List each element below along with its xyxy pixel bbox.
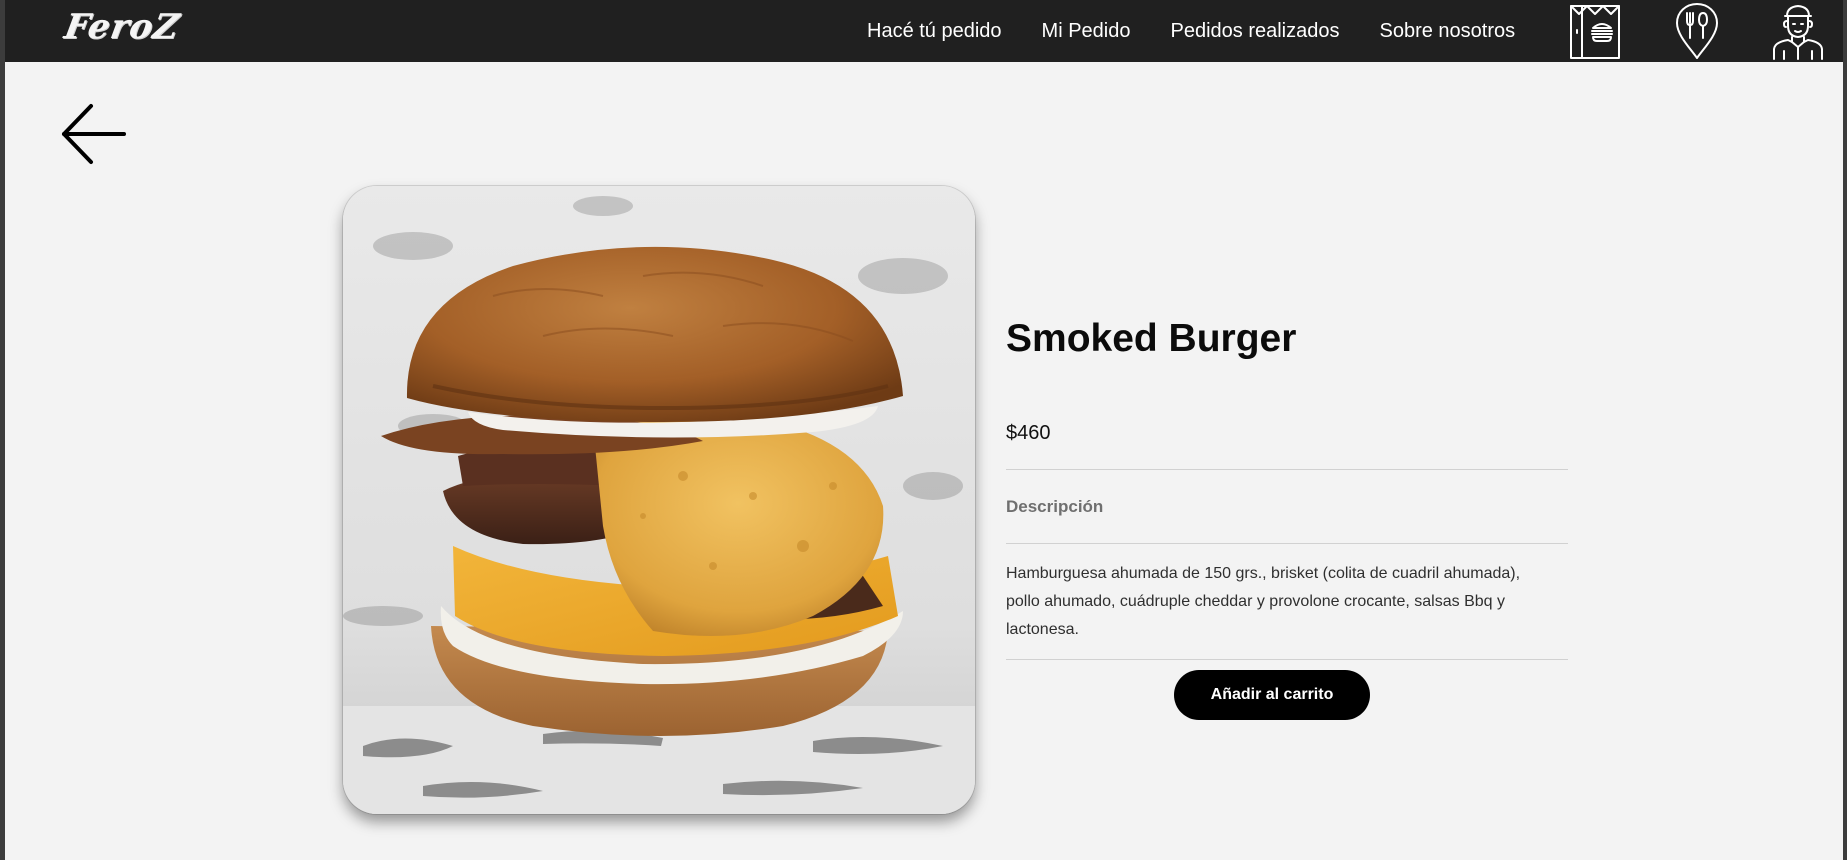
nav-link-about-us[interactable]: Sobre nosotros	[1379, 21, 1515, 41]
main-navigation: Hacé tú pedido Mi Pedido Pedidos realiza…	[867, 0, 1515, 62]
description-label: Descripción	[1006, 497, 1104, 516]
nav-link-my-order[interactable]: Mi Pedido	[1042, 21, 1131, 41]
divider	[1006, 543, 1568, 544]
top-navbar: FeroZ Hacé tú pedido Mi Pedido Pedidos r…	[5, 0, 1843, 62]
burger-image	[343, 186, 975, 814]
location-pin-fork-spoon-icon[interactable]	[1673, 0, 1721, 62]
chef-avatar-icon[interactable]	[1770, 0, 1826, 62]
back-button[interactable]	[57, 98, 129, 170]
product-price: $460	[1006, 422, 1051, 444]
product-description: Hamburguesa ahumada de 150 grs., brisket…	[1006, 565, 1521, 638]
brand-logo[interactable]: FeroZ	[61, 7, 182, 47]
divider	[1006, 469, 1568, 470]
add-to-cart-button[interactable]: Añadir al carrito	[1174, 670, 1370, 720]
product-title: Smoked Burger	[1006, 317, 1297, 360]
nav-link-make-order[interactable]: Hacé tú pedido	[867, 21, 1002, 41]
app-page: FeroZ Hacé tú pedido Mi Pedido Pedidos r…	[0, 0, 1847, 860]
arrow-left-icon	[62, 104, 126, 164]
nav-link-orders-history[interactable]: Pedidos realizados	[1170, 21, 1339, 41]
product-image	[343, 186, 975, 814]
takeaway-bag-icon[interactable]	[1567, 0, 1623, 62]
divider	[1006, 659, 1568, 660]
